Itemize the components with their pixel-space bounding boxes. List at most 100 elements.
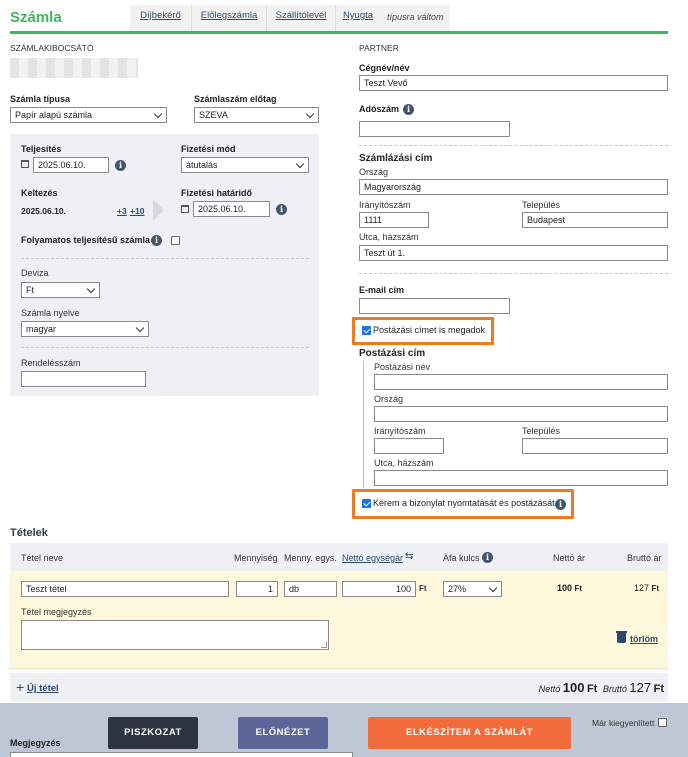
totals: Nettó 100 Ft Bruttó 127 Ft [519, 680, 664, 695]
country-label: Ország [359, 167, 389, 177]
trash-icon[interactable] [617, 633, 626, 643]
item-unit-price-currency: Ft [419, 584, 427, 593]
item-unit-input[interactable]: db [284, 581, 337, 597]
item-net-price: 100 Ft [557, 583, 582, 593]
item-net-currency: Ft [574, 584, 583, 593]
column-vat: Áfa kulcs [443, 553, 480, 563]
info-icon[interactable]: i [403, 104, 414, 115]
plus3-link[interactable]: +3 [117, 206, 127, 216]
total-gross-currency: Ft [653, 683, 664, 695]
tab-szallitolevel[interactable]: Szállítólevél [267, 5, 336, 33]
prefix-label: Számlaszám előtag [194, 94, 277, 104]
item-quantity-input[interactable]: 1 [236, 581, 278, 597]
postal-indent-bar [363, 361, 364, 488]
column-unit-price[interactable]: Nettó egységár [342, 553, 403, 563]
print-and-post-checkbox[interactable] [362, 499, 371, 508]
payment-mode-select[interactable]: átutalás [181, 157, 309, 173]
app-header: Számla Díjbekérő Előlegszámla Szállítóle… [0, 0, 688, 34]
continuous-label: Folyamatos teljesítésű számla [21, 235, 151, 245]
issue-date-value: 2025.06.10. [21, 206, 66, 216]
draft-button[interactable]: PISZKOZAT [108, 717, 198, 749]
partner-section-label: PARTNER [359, 43, 399, 53]
company-input[interactable]: Teszt Vevő [359, 75, 668, 91]
postal-zip-input[interactable] [374, 438, 444, 454]
note-textarea[interactable] [10, 752, 353, 757]
item-vat-value: 27% [448, 584, 467, 594]
country-input[interactable]: Magyarország [359, 179, 668, 195]
invoice-type-select[interactable]: Papír alapú számla [10, 107, 167, 123]
tab-dijbekero[interactable]: Díjbekérő [130, 5, 192, 33]
item-name-input[interactable]: Teszt tétel [21, 581, 229, 597]
create-invoice-button[interactable]: ELKÉSZÍTEM A SZÁMLÁT [368, 717, 571, 749]
info-icon[interactable]: i [151, 235, 162, 246]
plus10-link[interactable]: +10 [130, 206, 144, 216]
company-label: Cégnév/név [359, 63, 410, 73]
prefix-value: SZEVA [199, 110, 228, 120]
zip-input[interactable]: 1111 [359, 212, 429, 228]
resize-handle-icon [321, 642, 327, 648]
postal-country-input[interactable] [374, 406, 668, 422]
prefix-select[interactable]: SZEVA [194, 107, 319, 123]
postal-city-label: Település [522, 426, 561, 436]
tab-nyugta[interactable]: Nyugta [336, 5, 380, 33]
completion-label: Teljesítés [21, 144, 62, 154]
chevron-down-icon [86, 284, 96, 294]
postal-address-title: Postázási cím [359, 348, 426, 359]
item-gross-currency: Ft [651, 584, 660, 593]
currency-value: Ft [26, 285, 34, 295]
column-unit: Menny. egys. [284, 553, 337, 563]
postal-country-label: Ország [374, 394, 404, 404]
total-net-value: 100 [562, 680, 585, 695]
item-vat-select[interactable]: 27% [443, 581, 502, 597]
postal-address-checkbox-label[interactable]: Postázási címet is megadok [373, 325, 485, 335]
tax-number-input[interactable] [359, 121, 510, 137]
issuer-name-blurred [10, 58, 138, 78]
column-gross: Bruttó ár [627, 553, 662, 563]
note-label: Megjegyzés [10, 738, 61, 748]
invoice-type-label: Számla típusa [10, 94, 71, 104]
plus-icon[interactable]: + [16, 680, 24, 694]
swap-icon[interactable]: ⇆ [405, 551, 413, 562]
column-item-name: Tétel neve [21, 553, 64, 563]
preview-button[interactable]: ELŐNÉZET [238, 717, 328, 749]
postal-name-input[interactable] [374, 374, 668, 390]
issue-date-label: Keltezés [21, 188, 58, 198]
postal-street-label: Utca, házszám [374, 458, 434, 468]
postal-street-input[interactable] [374, 470, 668, 486]
chevron-down-icon [135, 323, 145, 333]
chevron-down-icon [153, 109, 163, 119]
continuous-checkbox[interactable] [171, 236, 180, 245]
item-note-textarea[interactable] [21, 620, 329, 650]
item-note-label: Tétel megjegyzés [21, 607, 92, 617]
currency-select[interactable]: Ft [21, 282, 100, 298]
trash-lid [616, 631, 627, 633]
info-icon[interactable]: i [115, 160, 126, 171]
item-unit-price-input[interactable]: 100 [342, 581, 416, 597]
info-icon[interactable]: i [482, 552, 493, 563]
info-icon[interactable]: i [276, 204, 287, 215]
zip-label: Irányítószám [359, 200, 411, 210]
info-icon[interactable]: i [555, 499, 566, 510]
completion-date-input[interactable]: 2025.06.10. [33, 157, 109, 173]
order-number-input[interactable] [21, 371, 146, 387]
chevron-down-icon [488, 583, 498, 593]
city-label: Település [522, 200, 561, 210]
invoice-type-value: Papír alapú számla [15, 110, 93, 120]
street-input[interactable]: Teszt út 1. [359, 245, 668, 261]
divider [21, 258, 309, 259]
email-input[interactable] [359, 298, 510, 314]
tab-elolegszamla[interactable]: Előlegszámla [192, 5, 267, 33]
language-select[interactable]: magyar [21, 321, 149, 337]
total-net-currency: Ft [586, 683, 598, 695]
due-date-input[interactable]: 2025.06.10. [193, 201, 270, 217]
print-and-post-checkbox-label[interactable]: Kérem a bizonylat nyomtatását és postázá… [373, 498, 555, 508]
items-title: Tételek [10, 527, 48, 539]
postal-address-checkbox[interactable] [362, 326, 371, 335]
city-input[interactable]: Budapest [522, 212, 668, 228]
add-item-link[interactable]: Új tétel [27, 683, 59, 694]
postal-city-input[interactable] [522, 438, 668, 454]
already-paid-checkbox[interactable] [658, 718, 667, 727]
item-gross-amount: 127 [634, 583, 650, 593]
delete-item-link[interactable]: törlöm [630, 634, 658, 644]
order-number-label: Rendelésszám [21, 358, 81, 368]
